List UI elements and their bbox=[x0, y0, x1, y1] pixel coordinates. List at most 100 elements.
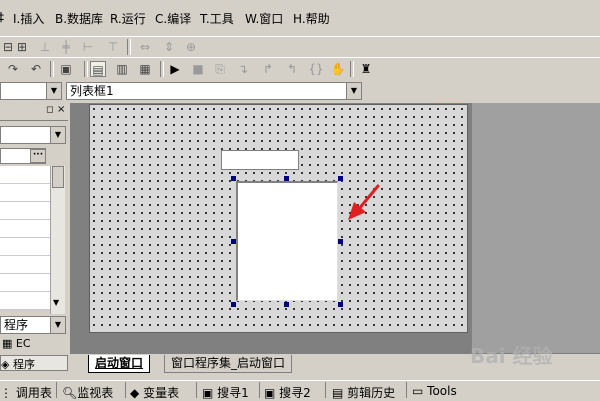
resize-handle-s[interactable] bbox=[284, 302, 289, 307]
space-vertical-icon[interactable]: ⊤ bbox=[105, 39, 121, 55]
property-row[interactable] bbox=[0, 184, 50, 202]
resize-handle-e[interactable] bbox=[338, 239, 343, 244]
layout-view3-icon[interactable]: ▦ bbox=[137, 61, 153, 77]
red-arrow-annotation bbox=[348, 184, 380, 220]
align-toolbar: ⊟ ⊞ ⊥ ╪ ⊢ ⊤ ⇔ ⇕ ⊕ bbox=[0, 36, 600, 57]
chevron-down-icon[interactable]: ▼ bbox=[50, 317, 65, 333]
tab-clip-history[interactable]: ▤ 剪辑历史 bbox=[332, 384, 395, 401]
property-row[interactable] bbox=[0, 274, 50, 292]
property-scrollbar[interactable]: ▼ bbox=[50, 166, 65, 314]
step-out-icon[interactable]: ↱ bbox=[260, 61, 276, 77]
component-combo[interactable]: 列表框1 ▼ bbox=[66, 82, 362, 100]
same-height-icon[interactable]: ⇕ bbox=[161, 39, 177, 55]
tab-search2[interactable]: ▣ 搜寻2 bbox=[264, 384, 311, 401]
step-into-icon[interactable]: ⎘ bbox=[212, 61, 228, 77]
program-combo-value: 程序 bbox=[4, 318, 29, 332]
chevron-down-icon[interactable]: ▼ bbox=[346, 83, 361, 99]
property-row[interactable] bbox=[0, 238, 50, 256]
same-size-icon[interactable]: ⊕ bbox=[183, 39, 199, 55]
layout-view2-icon[interactable]: ▥ bbox=[114, 61, 130, 77]
menu-bar: ‡ I.插入 B.数据库 R.运行 C.编译 T.工具 W.窗口 H.帮助 bbox=[0, 0, 600, 37]
tab-watch[interactable]: 🔍︎监视表 bbox=[62, 384, 113, 401]
binoculars-icon[interactable]: ♜ bbox=[358, 61, 374, 77]
menu-item-partial[interactable]: ‡ bbox=[0, 10, 4, 24]
layout-view1-icon[interactable]: ▤ bbox=[90, 61, 106, 77]
tab-search1[interactable]: ▣ 搜寻1 bbox=[202, 384, 249, 401]
form-listbox[interactable] bbox=[236, 181, 338, 301]
restore-icon[interactable]: ◻ bbox=[46, 105, 53, 115]
property-row[interactable] bbox=[0, 220, 50, 238]
clipboard-icon: ▤ bbox=[332, 386, 344, 400]
component-combo-value: 列表框1 bbox=[70, 84, 114, 98]
variables-icon: ◆ bbox=[130, 386, 140, 400]
module-icon: ▦ bbox=[2, 337, 13, 350]
chevron-down-icon[interactable]: ▼ bbox=[46, 83, 61, 99]
search-icon: ▣ bbox=[202, 386, 214, 400]
resize-handle-n[interactable] bbox=[284, 176, 289, 181]
tab-separator bbox=[259, 382, 260, 398]
undo-icon[interactable]: ↶ bbox=[28, 61, 44, 77]
call-stack-icon: ⋮ bbox=[0, 386, 12, 400]
property-combo[interactable]: ▼ bbox=[0, 126, 66, 144]
program-icon: ◈ bbox=[1, 358, 10, 371]
menu-insert[interactable]: I.插入 bbox=[13, 10, 44, 27]
align-top-icon[interactable]: ⊥ bbox=[37, 39, 53, 55]
resize-handle-sw[interactable] bbox=[231, 302, 236, 307]
toolbar-separator bbox=[50, 61, 54, 77]
menu-compile[interactable]: C.编译 bbox=[155, 10, 191, 27]
run-icon[interactable]: ▶ bbox=[167, 61, 183, 77]
menu-database[interactable]: B.数据库 bbox=[55, 10, 103, 27]
design-area-margin bbox=[472, 103, 600, 353]
run-to-cursor-icon[interactable]: ↰ bbox=[284, 61, 300, 77]
window-icon: ▭ bbox=[412, 384, 424, 398]
breakpoint-icon[interactable]: {} bbox=[308, 61, 324, 77]
standard-toolbar: ↷ ↶ ▣ ▤ ▥ ▦ ▶ ■ ⎘ ↴ ↱ ↰ {} ✋ ♜ bbox=[0, 57, 600, 80]
search-icon: ▣ bbox=[264, 386, 276, 400]
tab-separator bbox=[56, 382, 57, 398]
resize-handle-se[interactable] bbox=[338, 302, 343, 307]
close-icon[interactable]: × bbox=[57, 104, 65, 115]
space-horizontal-icon[interactable]: ⊢ bbox=[80, 39, 96, 55]
ellipsis-button[interactable]: ··· bbox=[30, 149, 46, 163]
tab-variables[interactable]: ◆ 变量表 bbox=[130, 384, 179, 401]
toolbar-separator bbox=[127, 39, 131, 55]
form-textbox[interactable] bbox=[221, 150, 299, 170]
magnifier-icon: 🔍︎ bbox=[62, 386, 78, 400]
left-panel-title: ◻ × bbox=[0, 104, 68, 121]
stop-icon[interactable]: ■ bbox=[190, 61, 206, 77]
property-row[interactable] bbox=[0, 256, 50, 274]
tab-call-stack[interactable]: ⋮ 调用表 bbox=[0, 384, 52, 401]
tab-window-program-set[interactable]: 窗口程序集_启动窗口 bbox=[164, 355, 293, 373]
resize-handle-w[interactable] bbox=[231, 239, 236, 244]
left-combo[interactable]: ▼ bbox=[0, 82, 62, 100]
redo-icon[interactable]: ↷ bbox=[5, 61, 21, 77]
toolbar-separator bbox=[84, 61, 88, 77]
same-width-icon[interactable]: ⇔ bbox=[137, 39, 153, 55]
resize-handle-nw[interactable] bbox=[231, 176, 236, 181]
tab-separator bbox=[196, 382, 197, 398]
align-center-icon[interactable]: ⊞ bbox=[14, 39, 30, 55]
property-row[interactable] bbox=[0, 292, 50, 310]
toolbar-separator bbox=[160, 61, 164, 77]
menu-run[interactable]: R.运行 bbox=[110, 10, 146, 27]
step-over-icon[interactable]: ↴ bbox=[235, 61, 251, 77]
property-row[interactable] bbox=[0, 166, 50, 184]
align-middle-icon[interactable]: ╪ bbox=[58, 39, 74, 55]
property-row[interactable] bbox=[0, 202, 50, 220]
menu-window[interactable]: W.窗口 bbox=[245, 10, 283, 27]
find-icon[interactable]: ▣ bbox=[58, 61, 74, 77]
tree-tab[interactable]: ◈ 程序 bbox=[0, 355, 68, 371]
watermark-logo: Bai 经验 bbox=[470, 344, 553, 368]
chevron-down-icon[interactable]: ▼ bbox=[50, 127, 65, 143]
component-selector-row: ▼ 列表框1 ▼ bbox=[0, 80, 600, 102]
menu-tools[interactable]: T.工具 bbox=[200, 10, 234, 27]
program-combo[interactable]: 程序 ▼ bbox=[0, 316, 66, 334]
tab-tools[interactable]: ▭ Tools bbox=[412, 384, 457, 398]
tab-separator bbox=[125, 382, 126, 398]
tree-item[interactable]: ▦ EC bbox=[2, 337, 68, 353]
tab-startup-window[interactable]: 启动窗口 bbox=[88, 355, 151, 373]
menu-help[interactable]: H.帮助 bbox=[293, 10, 330, 27]
hand-icon[interactable]: ✋ bbox=[330, 61, 346, 77]
chevron-down-icon[interactable]: ▼ bbox=[53, 298, 59, 307]
scrollbar-thumb[interactable] bbox=[52, 166, 64, 188]
